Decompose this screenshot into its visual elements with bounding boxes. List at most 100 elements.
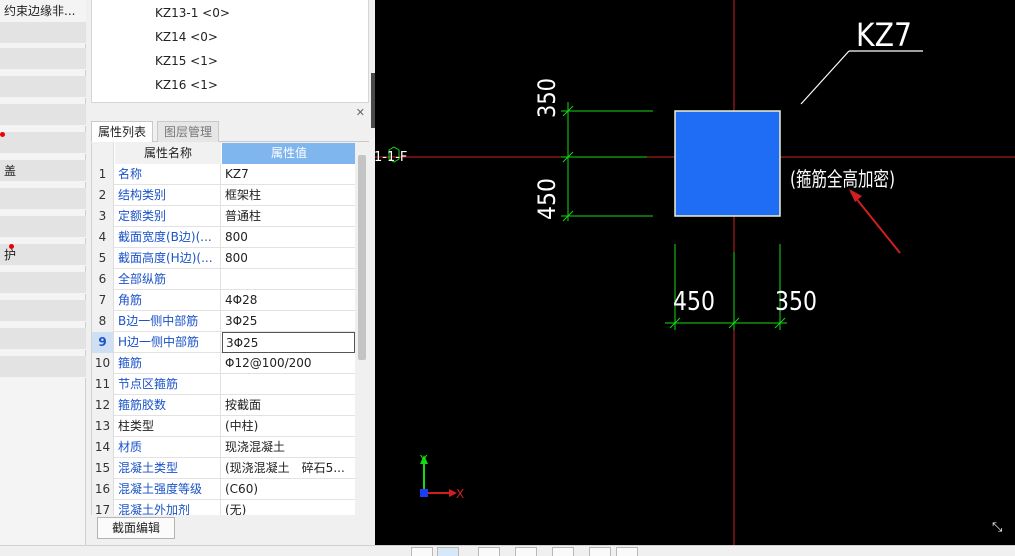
tree-item[interactable]: KZ15 <1> xyxy=(155,54,218,68)
component-list-item[interactable] xyxy=(0,132,86,154)
property-value[interactable]: (中柱) xyxy=(222,416,355,437)
property-name: 混凝土类型 xyxy=(115,458,221,479)
property-value[interactable]: KZ7 xyxy=(222,164,355,185)
property-name: 混凝土外加剂 xyxy=(115,500,221,515)
row-number: 9 xyxy=(92,332,114,353)
property-table-scrollbar[interactable] xyxy=(356,143,368,515)
property-row[interactable]: 8 B边一侧中部筋 3Φ25 xyxy=(92,311,355,332)
status-toggle[interactable] xyxy=(411,547,433,556)
row-number: 14 xyxy=(92,437,114,458)
property-row[interactable]: 5 截面高度(H边)(... 800 xyxy=(92,248,355,269)
property-value[interactable] xyxy=(222,374,355,395)
column-rect xyxy=(674,110,781,217)
status-toggle[interactable] xyxy=(552,547,574,556)
properties-panel: KZ13-1 <0> KZ14 <0> KZ15 <1> KZ16 <1> ✕ … xyxy=(86,0,375,545)
tree-item[interactable]: KZ16 <1> xyxy=(155,78,218,92)
property-row[interactable]: 16 混凝土强度等级 (C60) xyxy=(92,479,355,500)
component-list-item[interactable] xyxy=(0,188,86,210)
property-name: H边一侧中部筋 xyxy=(115,332,221,353)
component-list-item[interactable] xyxy=(0,22,86,44)
status-toggle[interactable] xyxy=(515,547,537,556)
property-row[interactable]: 11 节点区箍筋 xyxy=(92,374,355,395)
status-toggle[interactable] xyxy=(478,547,500,556)
property-value[interactable]: 按截面 xyxy=(222,395,355,416)
section-edit-button[interactable]: 截面编辑 xyxy=(97,517,175,539)
status-toggle[interactable] xyxy=(437,547,459,556)
tree-item[interactable]: KZ13-1 <0> xyxy=(155,6,230,20)
annotation-arrow xyxy=(850,191,901,254)
property-value[interactable]: Φ12@100/200 xyxy=(222,353,355,374)
property-value[interactable] xyxy=(222,269,355,290)
component-list-item[interactable] xyxy=(0,272,86,294)
property-value[interactable]: (无) xyxy=(222,500,355,515)
modified-dot-icon xyxy=(0,132,5,137)
property-value[interactable]: 3Φ25 xyxy=(222,332,355,353)
property-name: 箍筋胶数 xyxy=(115,395,221,416)
row-number: 6 xyxy=(92,269,114,290)
status-bar xyxy=(0,545,1015,556)
property-name: 全部纵筋 xyxy=(115,269,221,290)
close-icon[interactable]: ✕ xyxy=(356,106,365,119)
component-list-item[interactable] xyxy=(0,48,86,70)
property-value[interactable]: 框架柱 xyxy=(222,185,355,206)
dim-label-bottom: 450 xyxy=(533,178,561,220)
component-list-item[interactable] xyxy=(0,356,86,378)
property-row[interactable]: 9 H边一侧中部筋 3Φ25 xyxy=(92,332,355,353)
component-list-item[interactable] xyxy=(0,300,86,322)
component-list-item[interactable] xyxy=(0,216,86,238)
property-row[interactable]: 13 柱类型 (中柱) xyxy=(92,416,355,437)
row-number: 17 xyxy=(92,500,114,515)
tree-item[interactable]: KZ14 <0> xyxy=(155,30,218,44)
property-value[interactable]: 现浇混凝土 xyxy=(222,437,355,458)
component-list-item[interactable] xyxy=(0,104,86,126)
dimension-vertical xyxy=(561,102,653,222)
component-list-strip: 约束边缘非... 盖 护 xyxy=(0,0,86,545)
property-value[interactable]: (C60) xyxy=(222,479,355,500)
drawing-svg: 350 450 450 350 KZ7 (箍筋全高加密) Y X xyxy=(375,0,1015,545)
component-list-item-top[interactable]: 约束边缘非... xyxy=(0,0,86,22)
column-header-value: 属性值 xyxy=(222,143,355,164)
property-row[interactable]: 2 结构类别 框架柱 xyxy=(92,185,355,206)
status-toggle[interactable] xyxy=(589,547,611,556)
component-list-item[interactable] xyxy=(0,328,86,350)
property-row[interactable]: 3 定额类别 普通柱 xyxy=(92,206,355,227)
property-value[interactable]: 3Φ25 xyxy=(222,311,355,332)
row-number: 2 xyxy=(92,185,114,206)
property-row[interactable]: 12 箍筋胶数 按截面 xyxy=(92,395,355,416)
row-number: 13 xyxy=(92,416,114,437)
property-row[interactable]: 6 全部纵筋 xyxy=(92,269,355,290)
component-list-item[interactable] xyxy=(0,76,86,98)
axis-label: 1-1-F xyxy=(374,150,408,165)
property-row[interactable]: 15 混凝土类型 (现浇混凝土 碎石5... xyxy=(92,458,355,479)
drawing-canvas[interactable]: 350 450 450 350 KZ7 (箍筋全高加密) Y X xyxy=(375,0,1015,545)
property-row[interactable]: 10 箍筋 Φ12@100/200 xyxy=(92,353,355,374)
property-value[interactable]: 800 xyxy=(222,248,355,269)
property-name: 箍筋 xyxy=(115,353,221,374)
property-value[interactable]: (现浇混凝土 碎石5... xyxy=(222,458,355,479)
panel-tabs: 属性列表 图层管理 xyxy=(91,121,369,142)
status-toggle[interactable] xyxy=(616,547,638,556)
row-number: 10 xyxy=(92,353,114,374)
property-name: B边一侧中部筋 xyxy=(115,311,221,332)
scrollbar-thumb[interactable] xyxy=(358,155,366,360)
tab-layers[interactable]: 图层管理 xyxy=(157,121,220,142)
property-value[interactable]: 4Φ28 xyxy=(222,290,355,311)
row-number: 16 xyxy=(92,479,114,500)
collapse-icon[interactable]: ⤡ xyxy=(992,520,1002,535)
property-row[interactable]: 7 角筋 4Φ28 xyxy=(92,290,355,311)
property-name: 柱类型 xyxy=(115,416,221,437)
property-value[interactable]: 普通柱 xyxy=(222,206,355,227)
tab-properties[interactable]: 属性列表 xyxy=(91,121,154,142)
stirrup-note: (箍筋全高加密) xyxy=(790,167,895,191)
property-name: 混凝土强度等级 xyxy=(115,479,221,500)
ucs-axis-icon: Y X xyxy=(419,453,464,501)
property-row[interactable]: 17 混凝土外加剂 (无) xyxy=(92,500,355,515)
component-list-item[interactable]: 盖 xyxy=(0,160,86,182)
property-row[interactable]: 14 材质 现浇混凝土 xyxy=(92,437,355,458)
property-row[interactable]: 1 名称 KZ7 xyxy=(92,164,355,185)
dim-label-right: 350 xyxy=(775,287,817,317)
property-value[interactable]: 800 xyxy=(222,227,355,248)
property-row[interactable]: 4 截面宽度(B边)(... 800 xyxy=(92,227,355,248)
row-number: 11 xyxy=(92,374,114,395)
row-number: 8 xyxy=(92,311,114,332)
